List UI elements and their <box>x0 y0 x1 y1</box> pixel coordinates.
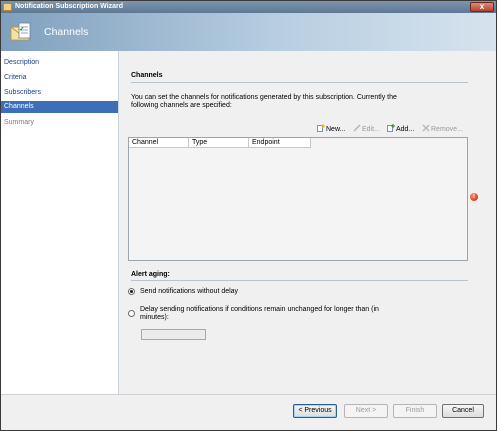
send-without-delay-label: Send notifications without delay <box>140 288 239 295</box>
nav-item-summary[interactable]: Summary <box>1 117 118 129</box>
grid-header: Channel Type Endpoint <box>129 138 311 148</box>
new-channel-button[interactable]: New... <box>317 124 345 136</box>
title-bar[interactable]: Notification Subscription Wizard x <box>1 1 496 13</box>
app-envelope-icon <box>3 3 12 11</box>
delay-sending-label: Delay sending notifications if condition… <box>140 306 379 321</box>
wizard-header: Channels <box>1 13 496 51</box>
close-button[interactable]: x <box>470 2 494 12</box>
edit-button-label: Edit... <box>362 126 380 133</box>
alert-aging-heading: Alert aging: <box>131 271 170 278</box>
add-channel-button[interactable]: Add... <box>387 124 414 136</box>
wizard-nav: Description Criteria Subscribers Channel… <box>1 51 119 394</box>
nav-item-description[interactable]: Description <box>1 57 118 69</box>
nav-item-subscribers[interactable]: Subscribers <box>1 87 118 99</box>
column-header-channel[interactable]: Channel <box>129 138 189 148</box>
nav-item-channels[interactable]: Channels <box>1 101 118 113</box>
wizard-footer: < Previous Next > Finish Cancel <box>1 394 496 430</box>
delay-sending-radio[interactable] <box>128 310 135 317</box>
edit-pencil-icon <box>353 124 361 132</box>
previous-button[interactable]: < Previous <box>293 404 337 418</box>
channels-description: You can set the channels for notificatio… <box>131 94 397 109</box>
channels-panel: Channels You can set the channels for no… <box>120 51 496 394</box>
channels-grid[interactable]: Channel Type Endpoint <box>128 137 468 261</box>
new-button-label: New... <box>326 126 346 133</box>
cancel-button[interactable]: Cancel <box>442 404 484 418</box>
error-icon: ! <box>470 193 478 201</box>
column-header-endpoint[interactable]: Endpoint <box>249 138 311 148</box>
new-item-icon <box>317 124 325 132</box>
envelope-document-icon <box>10 19 32 45</box>
page-title: Channels <box>44 26 89 38</box>
channels-divider <box>131 82 468 83</box>
add-item-icon <box>387 124 395 132</box>
delay-minutes-input[interactable] <box>141 329 206 340</box>
next-button[interactable]: Next > <box>344 404 388 418</box>
remove-button-label: Remove... <box>431 126 463 133</box>
send-without-delay-radio[interactable] <box>128 288 135 295</box>
edit-channel-button[interactable]: Edit... <box>353 124 380 136</box>
add-button-label: Add... <box>396 126 415 133</box>
alert-aging-divider <box>131 280 468 281</box>
nav-item-criteria[interactable]: Criteria <box>1 72 118 84</box>
finish-button[interactable]: Finish <box>393 404 437 418</box>
wizard-window: Notification Subscription Wizard x Chann… <box>0 0 497 431</box>
window-title: Notification Subscription Wizard <box>15 3 124 10</box>
channels-heading: Channels <box>131 72 163 79</box>
remove-channel-button[interactable]: Remove... <box>422 124 463 136</box>
remove-x-icon <box>422 124 430 132</box>
column-header-type[interactable]: Type <box>189 138 249 148</box>
